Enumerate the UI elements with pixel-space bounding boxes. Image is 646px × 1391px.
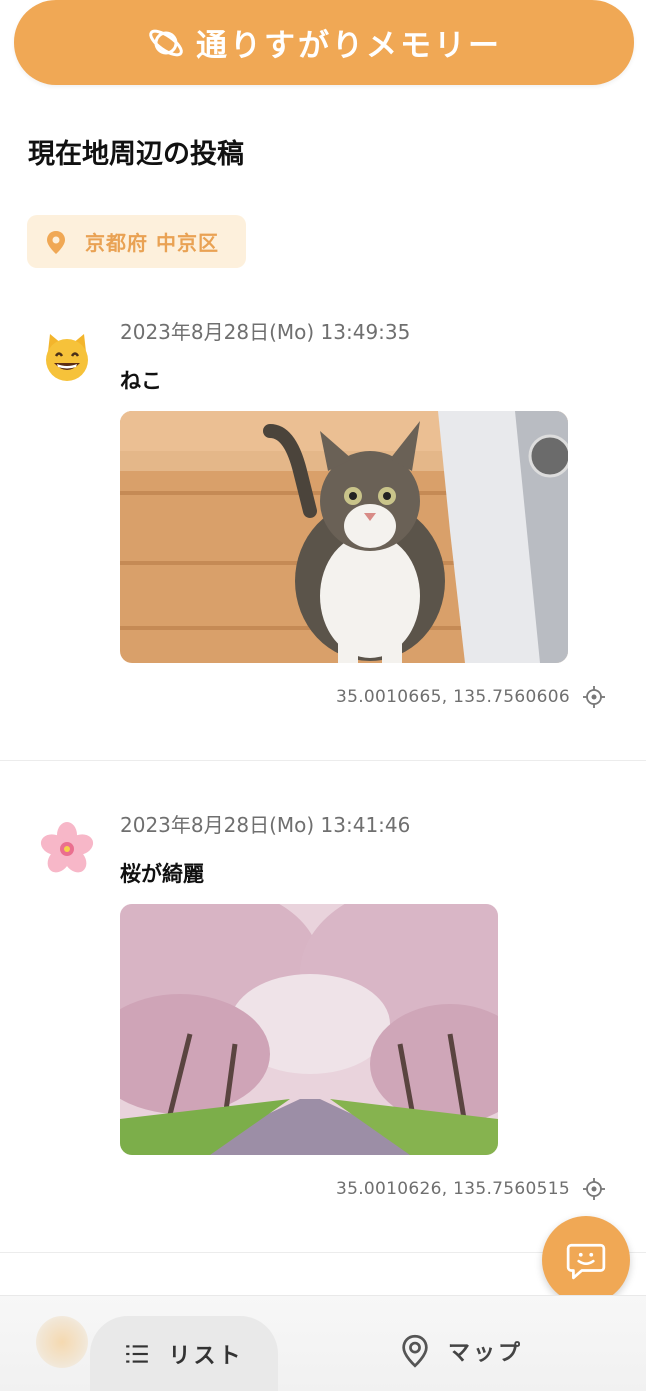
app-title: 通りすがりメモリー bbox=[196, 28, 502, 64]
planet-icon bbox=[149, 29, 183, 56]
cherry-blossom-emoji-avatar bbox=[40, 821, 94, 875]
post-coordinates: 35.0010626, 135.7560515 bbox=[335, 1179, 570, 1199]
nav-tab-map[interactable]: マップ bbox=[400, 1334, 523, 1368]
nav-list-label: リスト bbox=[168, 1344, 244, 1369]
bottom-nav: リスト マップ bbox=[0, 1295, 646, 1391]
post-text: 桜が綺麗 bbox=[120, 862, 204, 886]
list-icon bbox=[126, 1345, 149, 1363]
post-text: ねこ bbox=[120, 369, 162, 393]
location-pin-icon bbox=[47, 230, 65, 254]
post-timestamp: 2023年8月28日(Mo) 13:49:35 bbox=[120, 320, 411, 344]
nav-map-label: マップ bbox=[448, 1341, 524, 1366]
locate-target-icon[interactable] bbox=[582, 1177, 606, 1201]
post-item[interactable]: 2023年8月28日(Mo) 13:49:35 ねこ 35.0010665, 1… bbox=[0, 300, 646, 760]
location-chip[interactable]: 京都府 中京区 bbox=[27, 215, 246, 268]
blurred-avatar bbox=[36, 1316, 88, 1368]
app-header: 通りすがりメモリー bbox=[14, 0, 634, 85]
locate-target-icon[interactable] bbox=[582, 685, 606, 709]
post-timestamp: 2023年8月28日(Mo) 13:41:46 bbox=[120, 813, 411, 837]
post-item[interactable]: 2023年8月28日(Mo) 13:41:46 桜が綺麗 35.0010626,… bbox=[0, 793, 646, 1251]
chat-fab-button[interactable] bbox=[542, 1216, 630, 1304]
post-photo-cat[interactable] bbox=[120, 411, 568, 663]
page-title: 現在地周辺の投稿 bbox=[28, 139, 244, 170]
post-photo-cherry-blossoms[interactable] bbox=[120, 904, 498, 1155]
nav-tab-list[interactable]: リスト bbox=[90, 1316, 278, 1391]
cat-emoji-avatar bbox=[40, 330, 94, 384]
chat-smile-icon bbox=[566, 1243, 606, 1280]
divider bbox=[0, 760, 646, 761]
location-label: 京都府 中京区 bbox=[85, 231, 219, 255]
map-pin-icon bbox=[402, 1334, 428, 1368]
post-coordinates: 35.0010665, 135.7560606 bbox=[335, 687, 570, 707]
